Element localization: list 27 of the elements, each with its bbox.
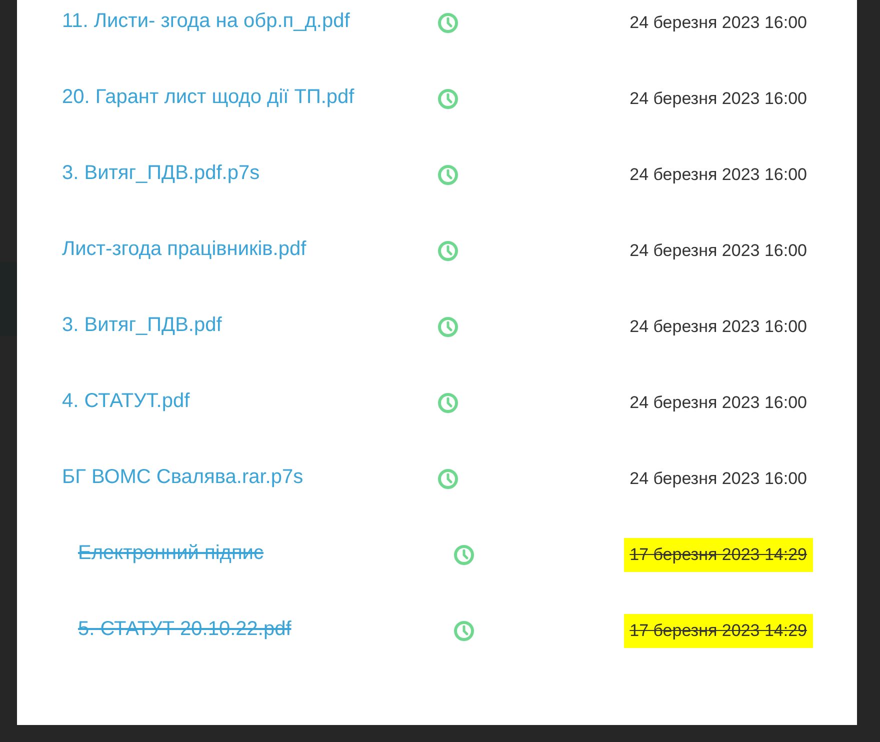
- file-link[interactable]: 20. Гарант лист щодо дії ТП.pdf: [62, 82, 437, 112]
- clock-icon: [437, 164, 459, 186]
- date-text: 24 березня 2023 16:00: [628, 88, 808, 110]
- date-text: 24 березня 2023 16:00: [628, 12, 808, 34]
- clock-icon: [453, 620, 475, 642]
- date-text: 17 березня 2023 14:29: [624, 538, 813, 572]
- date-text: 24 березня 2023 16:00: [628, 240, 808, 262]
- clock-icon: [453, 544, 475, 566]
- date-text: 17 березня 2023 14:29: [624, 614, 813, 648]
- clock-icon: [437, 392, 459, 414]
- file-link[interactable]: Електронний підпис: [78, 538, 453, 568]
- date-text: 24 березня 2023 16:00: [628, 392, 808, 414]
- date-text: 24 березня 2023 16:00: [628, 468, 808, 490]
- clock-icon: [437, 12, 459, 34]
- file-link[interactable]: Лист-згода працівників.pdf: [62, 234, 437, 264]
- file-link[interactable]: 5. СТАТУТ 20.10.22.pdf: [78, 614, 453, 644]
- clock-icon: [437, 468, 459, 490]
- date-text: 24 березня 2023 16:00: [628, 316, 808, 338]
- date-text: 24 березня 2023 16:00: [628, 164, 808, 186]
- clock-icon: [437, 316, 459, 338]
- clock-icon: [437, 240, 459, 262]
- file-link[interactable]: 11. Листи- згода на обр.п_д.pdf: [62, 6, 437, 36]
- file-link[interactable]: БГ ВОМС Свалява.rar.p7s: [62, 462, 437, 492]
- file-link[interactable]: 3. Витяг_ПДВ.pdf: [62, 310, 437, 340]
- file-link[interactable]: 3. Витяг_ПДВ.pdf.p7s: [62, 158, 437, 188]
- clock-icon: [437, 88, 459, 110]
- file-link[interactable]: 4. СТАТУТ.pdf: [62, 386, 437, 416]
